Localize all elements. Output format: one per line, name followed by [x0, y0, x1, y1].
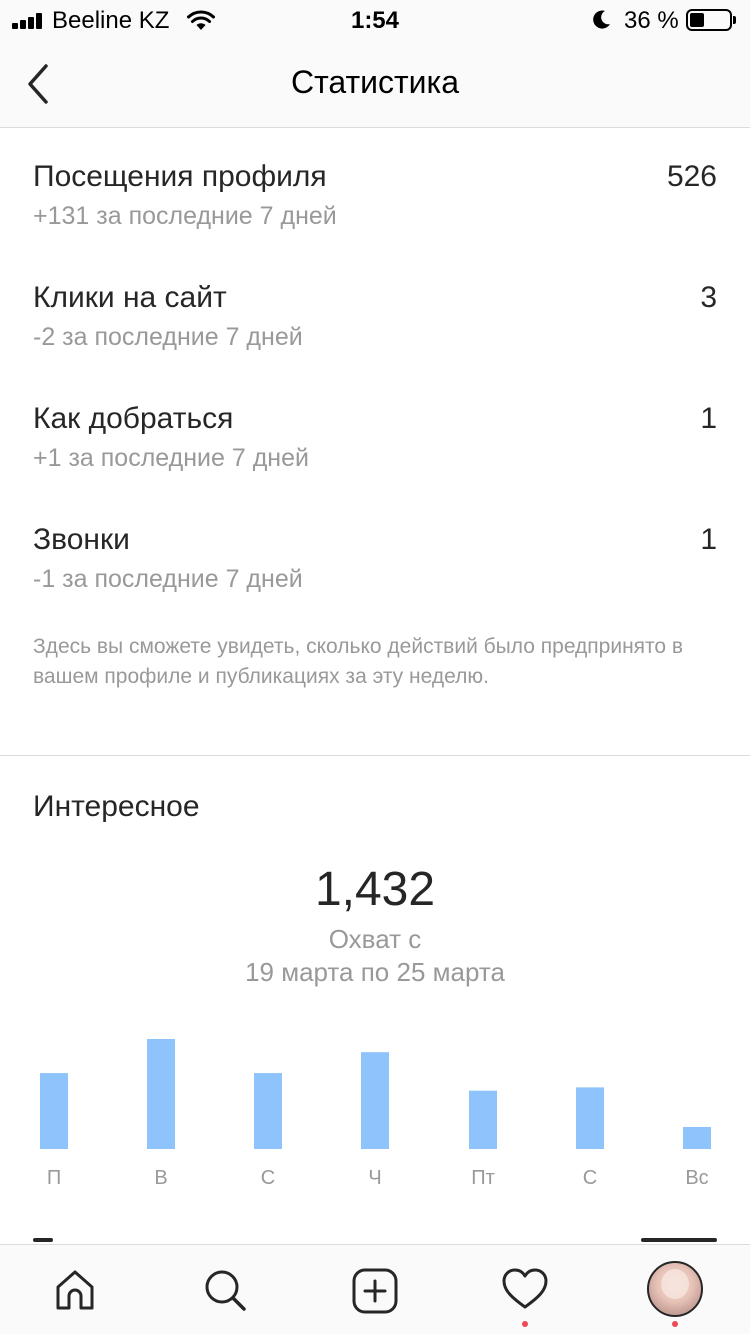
- metric-label: Клики на сайт: [33, 281, 227, 314]
- chart-bar: [147, 1039, 175, 1149]
- notification-dot: [522, 1321, 528, 1327]
- tab-activity[interactable]: [450, 1245, 600, 1334]
- moon-icon: [593, 10, 610, 29]
- peek-text-right: [641, 1238, 717, 1242]
- avatar: [647, 1261, 703, 1317]
- metric-label: Звонки: [33, 523, 130, 556]
- tab-new-post[interactable]: [300, 1245, 450, 1334]
- battery-icon: [686, 9, 736, 31]
- chart-bar: [683, 1127, 711, 1149]
- metric-value: 3: [700, 281, 717, 314]
- chart-tick-label: В: [154, 1167, 167, 1189]
- page-title: Статистика: [290, 64, 460, 100]
- metric-profile-visits: Посещения профиля +131 за последние 7 дн…: [0, 130, 750, 251]
- tab-profile[interactable]: [600, 1245, 750, 1334]
- info-text: Здесь вы сможете увидеть, сколько действ…: [33, 635, 684, 688]
- reach-period: 19 марта по 25 марта: [245, 957, 505, 987]
- tab-search[interactable]: [150, 1245, 300, 1334]
- metric-value: 526: [666, 160, 717, 193]
- chart-tick-label: Вс: [685, 1167, 708, 1189]
- metric-value: 1: [700, 402, 717, 435]
- notification-dot: [672, 1321, 678, 1327]
- metrics-list: Посещения профиля +131 за последние 7 дн…: [0, 130, 750, 614]
- status-bar: Beeline KZ 1:54 36 %: [0, 0, 750, 40]
- tab-home[interactable]: [0, 1245, 150, 1334]
- metric-change: -2 за последние 7 дней: [33, 323, 303, 351]
- metric-change: +131 за последние 7 дней: [33, 202, 337, 230]
- chart-bar: [469, 1090, 497, 1149]
- reach-value: 1,432: [314, 863, 436, 916]
- plus-square-icon: [352, 1268, 398, 1314]
- peek-text-left: [33, 1238, 53, 1242]
- heart-icon: [502, 1268, 548, 1309]
- chart-tick-label: Ч: [368, 1167, 381, 1189]
- search-icon: [205, 1270, 246, 1311]
- reach-label: Охват с: [328, 924, 422, 954]
- section-divider: [0, 755, 750, 756]
- battery-percent: 36 %: [624, 7, 679, 34]
- nav-bar: Статистика: [0, 40, 750, 128]
- metric-directions: Как добраться +1 за последние 7 дней 1: [0, 372, 750, 493]
- metric-website-clicks: Клики на сайт -2 за последние 7 дней 3: [0, 251, 750, 372]
- metric-calls: Звонки -1 за последние 7 дней 1: [0, 493, 750, 614]
- reach-bar-chart: П В С Ч Пт С Вс: [40, 1039, 711, 1189]
- metric-change: +1 за последние 7 дней: [33, 444, 309, 472]
- metric-label: Как добраться: [33, 402, 234, 435]
- chart-bar: [40, 1073, 68, 1149]
- battery-fill: [690, 13, 704, 27]
- chart-tick-label: С: [261, 1167, 275, 1189]
- chart-tick-label: П: [47, 1167, 61, 1189]
- chart-tick-label: С: [583, 1167, 597, 1189]
- home-icon: [56, 1270, 94, 1310]
- section-title-discovery: Интересное: [33, 790, 200, 823]
- chart-bar: [254, 1073, 282, 1149]
- metric-change: -1 за последние 7 дней: [33, 565, 303, 593]
- chart-tick-label: Пт: [471, 1167, 495, 1189]
- metric-value: 1: [700, 523, 717, 556]
- metric-label: Посещения профиля: [33, 160, 327, 193]
- chart-bar: [361, 1052, 389, 1149]
- tab-bar: [0, 1244, 750, 1334]
- chart-bar: [576, 1087, 604, 1149]
